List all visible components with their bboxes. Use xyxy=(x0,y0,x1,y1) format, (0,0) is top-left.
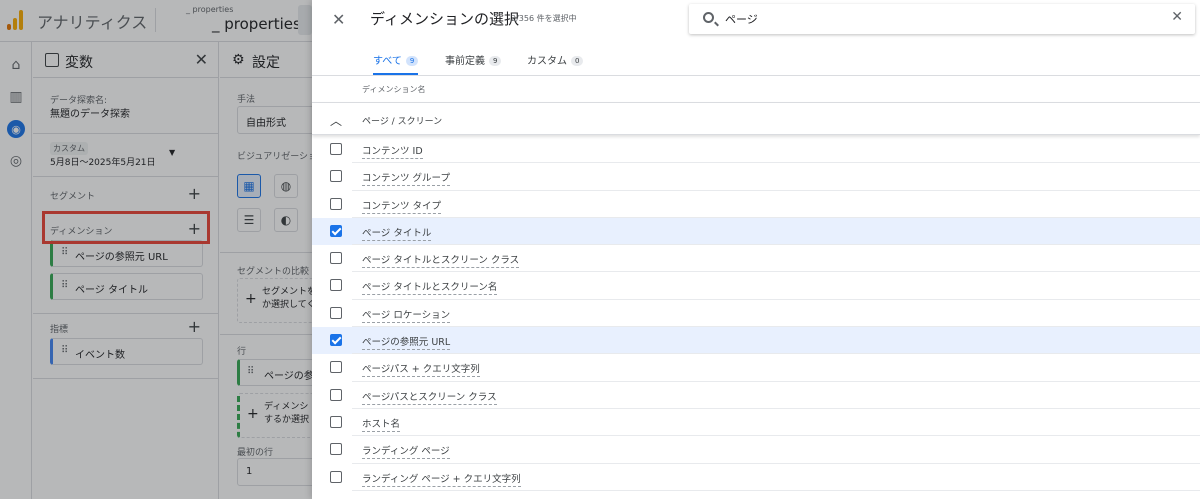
checkbox-checked[interactable] xyxy=(330,224,342,237)
list-item[interactable]: コンテンツ ID xyxy=(312,136,1200,164)
checkbox[interactable] xyxy=(330,361,342,374)
group-label: ページ / スクリーン xyxy=(362,117,443,127)
checkbox[interactable] xyxy=(330,470,342,483)
list-item[interactable]: ページ タイトルとスクリーン クラス xyxy=(312,245,1200,273)
checkbox[interactable] xyxy=(330,143,342,155)
list-item[interactable]: ページパス + クエリ文字列 xyxy=(312,354,1200,382)
checkbox[interactable] xyxy=(330,415,342,428)
list-item[interactable]: ページの参照元 URL xyxy=(312,327,1200,355)
checkbox[interactable] xyxy=(330,388,342,401)
dimension-name: ランディング ページ + クエリ文字列 xyxy=(362,471,521,487)
dimension-name: コンテンツ ID xyxy=(362,143,423,159)
column-header: ディメンション名 xyxy=(362,85,426,94)
search-box[interactable]: ✕ xyxy=(689,4,1195,34)
dimension-name: ページパス + クエリ文字列 xyxy=(362,361,480,378)
tab-count-badge: 9 xyxy=(405,56,419,66)
dimension-picker-dialog: ✕ ディメンションの選択 2/356 件を選択中 ✕ すべて9 事前定義9 カス… xyxy=(312,0,1200,499)
list-item[interactable]: ランディング ページ + クエリ文字列 xyxy=(312,464,1200,491)
dimension-name: ページ ロケーション xyxy=(362,307,451,323)
checkbox[interactable] xyxy=(330,197,342,210)
dimension-name: コンテンツ タイプ xyxy=(362,198,442,214)
search-icon xyxy=(703,12,714,23)
modal-scrim[interactable] xyxy=(0,0,312,499)
dimension-name: ランディング ページ xyxy=(362,443,450,460)
tab-count-badge: 0 xyxy=(571,56,584,66)
dimension-name: ページの参照元 URL xyxy=(362,334,451,351)
list-item[interactable]: ホスト名 xyxy=(312,409,1200,437)
divider xyxy=(352,489,1200,491)
list-item[interactable]: ランディング ページ xyxy=(312,436,1200,464)
tab-label: 事前定義 xyxy=(445,56,485,67)
checkbox[interactable] xyxy=(330,170,342,183)
tab-bar: すべて 9 事前定義 9 カスタム 0 xyxy=(312,44,1200,76)
tab-count-badge: 9 xyxy=(489,56,502,66)
dimension-name: ページ タイトルとスクリーン クラス xyxy=(362,252,520,269)
close-icon[interactable]: ✕ xyxy=(332,10,345,29)
dimension-name: ページ タイトル xyxy=(362,225,432,241)
list-item[interactable]: ページ ロケーション xyxy=(312,300,1200,328)
tab-all[interactable]: すべて 9 xyxy=(373,52,419,75)
list-item[interactable]: コンテンツ グループ xyxy=(312,163,1200,191)
clear-search-icon[interactable]: ✕ xyxy=(1171,9,1183,25)
checkbox[interactable] xyxy=(330,443,342,456)
tab-label: カスタム xyxy=(527,56,567,67)
list-item[interactable]: コンテンツ タイプ xyxy=(312,191,1200,218)
dimension-list: コンテンツ ID コンテンツ グループ コンテンツ タイプ ページ タイトルページ タ… xyxy=(312,136,1200,491)
checkbox[interactable] xyxy=(330,306,342,319)
checkbox-checked[interactable] xyxy=(330,334,342,347)
checkbox[interactable] xyxy=(330,279,342,292)
dialog-title: ディメンションの選択 xyxy=(370,10,519,28)
dimension-name: ホスト名 xyxy=(362,416,401,432)
dimension-name: コンテンツ グループ xyxy=(362,170,450,187)
dimension-name: ページパスとスクリーン クラス xyxy=(362,389,497,405)
checkbox[interactable] xyxy=(330,252,342,265)
search-input[interactable] xyxy=(725,10,1125,28)
list-item[interactable]: ページパスとスクリーン クラス xyxy=(312,382,1200,409)
chevron-up-icon[interactable]: ︿ xyxy=(330,112,342,129)
list-item[interactable]: ページ タイトルとスクリーン名 xyxy=(312,272,1200,300)
group-header[interactable]: ︿ ページ / スクリーン xyxy=(312,102,1200,135)
tab-predefined[interactable]: 事前定義 9 xyxy=(445,52,502,67)
tab-custom[interactable]: カスタム 0 xyxy=(527,52,584,67)
dimension-name: ページ タイトルとスクリーン名 xyxy=(362,279,498,296)
tab-label: すべて xyxy=(373,56,402,67)
selection-count: 2/356 件を選択中 xyxy=(511,14,577,23)
list-item[interactable]: ページ タイトル xyxy=(312,217,1200,246)
